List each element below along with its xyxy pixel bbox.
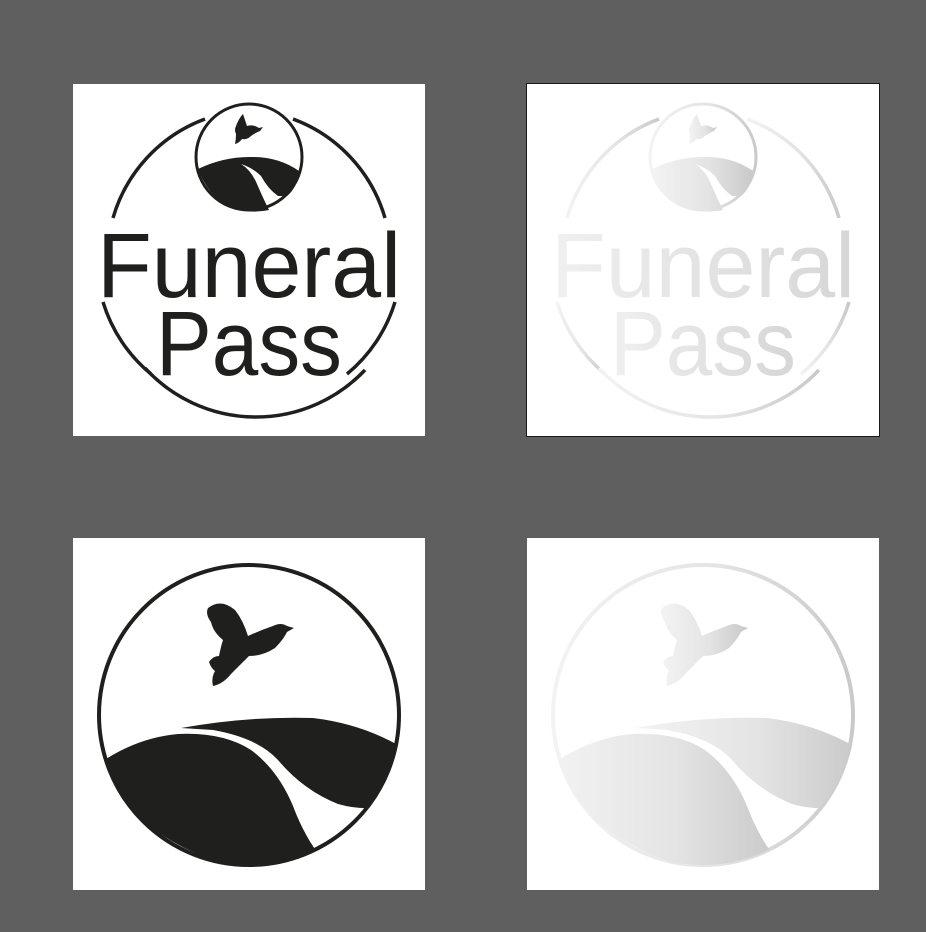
emblem-silver [551, 563, 855, 867]
funeral-pass-logo-black: Funeral Pass [97, 102, 401, 419]
wordmark-line2: Pass [610, 293, 796, 395]
funeral-pass-logo-silver: Funeral Pass [551, 102, 855, 419]
wordmark-line2: Pass [156, 293, 342, 395]
logo-tile-silver-full: Funeral Pass [526, 83, 880, 437]
emblem-tile-black [73, 538, 425, 890]
emblem-small [194, 102, 304, 212]
emblem-small-silver [648, 102, 758, 212]
emblem-black [97, 563, 401, 867]
emblem-tile-silver [527, 538, 879, 890]
logo-tile-black-full: Funeral Pass [73, 84, 425, 436]
